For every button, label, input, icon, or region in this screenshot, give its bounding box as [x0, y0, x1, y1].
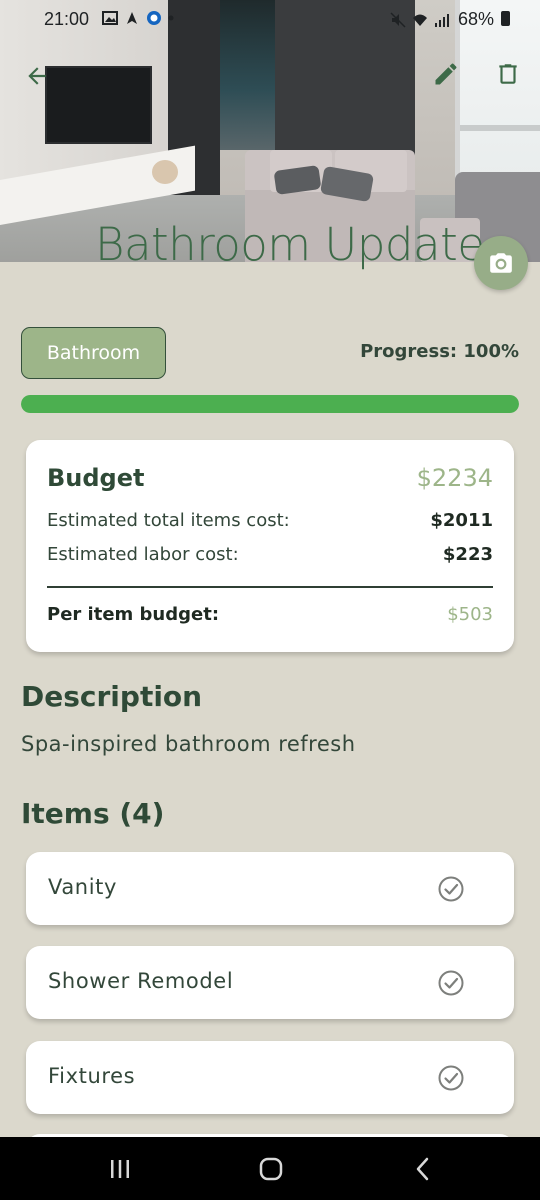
more-notifications-icon: [168, 15, 174, 21]
camera-icon: [490, 253, 512, 273]
labor-cost-label: Estimated labor cost:: [47, 544, 239, 565]
list-item[interactable]: Fixtures: [26, 1041, 514, 1114]
list-item[interactable]: Vanity: [26, 852, 514, 925]
items-cost-value: $2011: [430, 510, 493, 531]
battery-percent: 68%: [457, 9, 494, 29]
check-circle-icon[interactable]: [437, 875, 465, 903]
battery-icon: [501, 11, 510, 26]
trash-icon[interactable]: [492, 58, 524, 90]
arrow-back-icon[interactable]: [21, 60, 53, 92]
per-item-value: $503: [447, 604, 493, 625]
item-label: Shower Remodel: [48, 969, 234, 993]
navigation-icon: [127, 12, 137, 24]
labor-cost-value: $223: [442, 544, 493, 565]
recent-apps-button[interactable]: [100, 1153, 140, 1185]
item-label: Fixtures: [48, 1064, 136, 1088]
budget-card: Budget $2234 Estimated total items cost:…: [26, 440, 514, 652]
item-label: Vanity: [48, 875, 118, 899]
description-heading: Description: [21, 680, 203, 713]
progress-label: Progress: 100%: [360, 341, 519, 362]
home-icon: [259, 1157, 283, 1181]
budget-title: Budget: [47, 464, 145, 492]
page-title: Bathroom Update: [95, 218, 485, 271]
back-button[interactable]: [403, 1153, 443, 1185]
progress-fill: [21, 395, 519, 413]
budget-total: $2234: [416, 464, 493, 492]
items-heading: Items (4): [21, 797, 165, 830]
change-photo-button[interactable]: [474, 236, 528, 290]
app-notification-icon: [147, 11, 161, 25]
pencil-icon[interactable]: [430, 58, 462, 90]
per-item-label: Per item budget:: [47, 604, 220, 625]
list-item[interactable]: Shower Remodel: [26, 946, 514, 1019]
items-cost-row: Estimated total items cost: $2011: [47, 510, 493, 531]
labor-cost-row: Estimated labor cost: $223: [47, 544, 493, 565]
check-circle-icon[interactable]: [437, 969, 465, 997]
category-chip[interactable]: Bathroom: [21, 327, 166, 379]
system-status: 68%: [390, 9, 510, 30]
description-text: Spa-inspired bathroom refresh: [21, 732, 356, 756]
status-bar: 21:00 68%: [0, 0, 540, 40]
nav-back-icon: [416, 1157, 429, 1181]
budget-divider: [47, 586, 493, 588]
mute-icon: [390, 11, 406, 28]
wifi-icon: [412, 14, 427, 26]
status-time: 21:00: [44, 9, 90, 29]
recent-apps-icon: [111, 1160, 129, 1178]
items-cost-label: Estimated total items cost:: [47, 510, 290, 531]
gallery-icon: [102, 11, 118, 25]
home-button[interactable]: [251, 1153, 291, 1185]
progress-bar: [21, 395, 519, 413]
notification-icons: [102, 10, 174, 26]
per-item-row: Per item budget: $503: [47, 604, 493, 625]
check-circle-icon[interactable]: [437, 1064, 465, 1092]
signal-icon: [434, 13, 449, 27]
system-nav-bar: [0, 1137, 540, 1200]
